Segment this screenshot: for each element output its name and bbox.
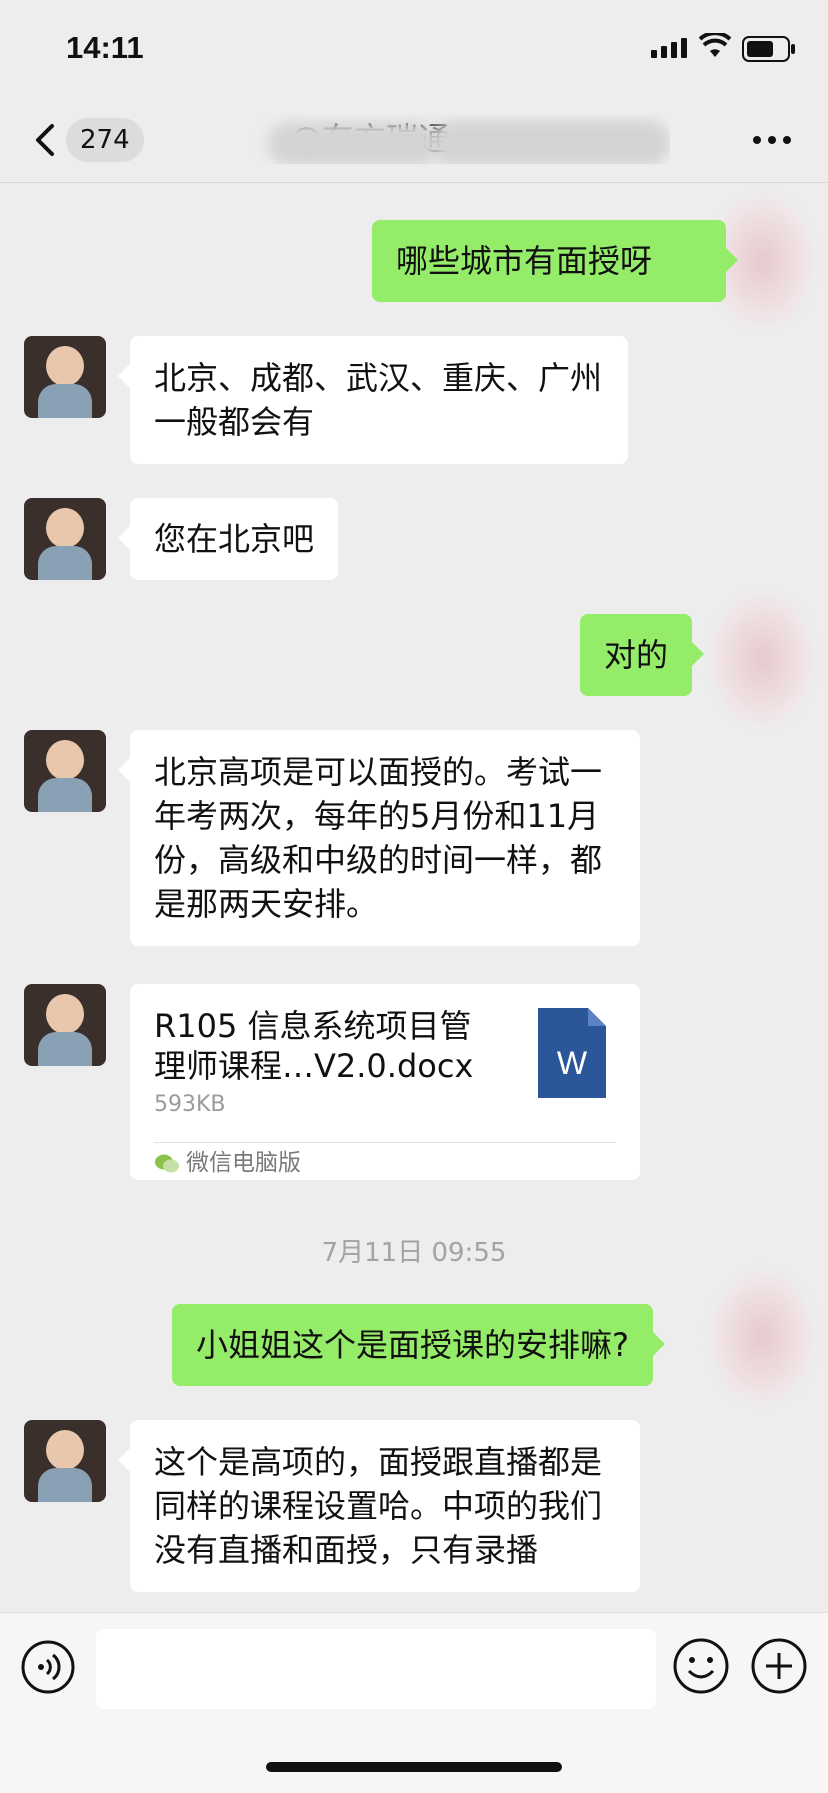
chat-header: 274 @东方瑞通 (0, 96, 828, 183)
file-name: R105 信息系统项目管理师课程…V2.0.docx (154, 1007, 474, 1085)
message-bubble-outgoing[interactable]: 小姐姐这个是面授课的安排嘛? (172, 1304, 665, 1386)
message-bubble-incoming[interactable]: 这个是高项的，面授跟直播都是同样的课程设置哈。中项的我们没有直播和面授，只有录播 (118, 1420, 640, 1592)
message-timestamp: 7月11日 09:55 (321, 1238, 507, 1268)
plus-icon[interactable] (750, 1637, 808, 1695)
self-avatar[interactable] (712, 594, 812, 724)
status-bar: 14:11 (0, 0, 828, 96)
wechat-icon (155, 1154, 179, 1172)
doc-letter: W (557, 1045, 588, 1081)
file-size: 593KB (154, 1092, 226, 1117)
emoji-icon[interactable] (672, 1637, 730, 1695)
file-source-label: 微信电脑版 (186, 1150, 301, 1176)
word-doc-icon: W (538, 1008, 606, 1098)
message-bubble-incoming[interactable]: 您在北京吧 (117, 498, 339, 580)
divider (154, 1142, 616, 1143)
wifi-icon (699, 33, 731, 57)
contact-avatar[interactable] (24, 730, 106, 812)
contact-avatar[interactable] (24, 1420, 106, 1502)
file-message-card[interactable]: R105 信息系统项目管理师课程…V2.0.docx 593KB W 微信电脑版 (130, 984, 640, 1180)
redaction-blur (268, 122, 438, 164)
redaction-blur (430, 120, 670, 164)
message-bubble-outgoing[interactable]: 哪些城市有面授呀 (372, 220, 738, 302)
battery-icon (742, 36, 795, 62)
file-source: 微信电脑版 (154, 1146, 301, 1180)
message-bubble-incoming[interactable]: 北京、成都、武汉、重庆、广州一般都会有 (118, 336, 628, 464)
voice-icon[interactable] (20, 1639, 76, 1695)
contact-avatar[interactable] (24, 984, 106, 1066)
status-time: 14:11 (66, 30, 144, 65)
contact-avatar[interactable] (24, 498, 106, 580)
self-avatar[interactable] (712, 1272, 812, 1402)
message-input[interactable] (96, 1629, 656, 1709)
home-indicator (266, 1762, 562, 1772)
message-bubble-outgoing[interactable]: 对的 (580, 614, 705, 696)
cellular-signal-icon (651, 38, 687, 58)
chat-title[interactable]: @东方瑞通 (130, 114, 670, 164)
message-bubble-incoming[interactable]: 北京高项是可以面授的。考试一年考两次，每年的5月份和11月份，高级和中级的时间一… (118, 730, 640, 946)
contact-avatar[interactable] (24, 336, 106, 418)
chevron-left-icon[interactable] (28, 118, 68, 162)
more-dots-icon[interactable] (750, 122, 794, 158)
